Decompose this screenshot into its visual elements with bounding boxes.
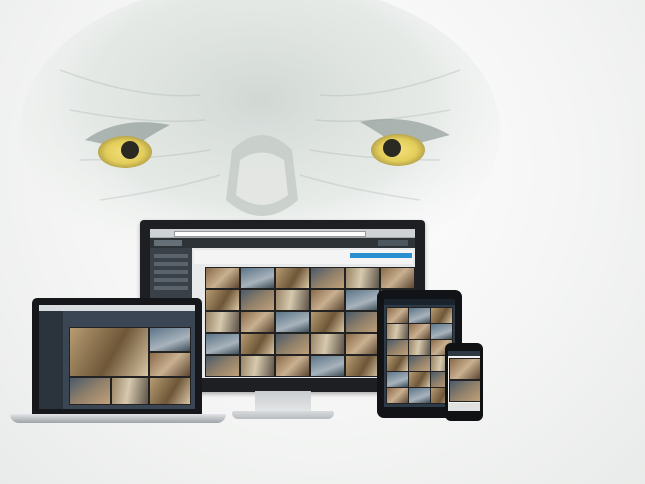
layout-tabs[interactable] (350, 253, 412, 258)
phone-screen (448, 351, 480, 411)
camera-thumbnail[interactable] (408, 307, 431, 324)
camera-thumbnail[interactable] (240, 267, 275, 289)
camera-thumbnail[interactable] (149, 352, 191, 377)
camera-thumbnail[interactable] (408, 323, 431, 340)
camera-thumbnail[interactable] (408, 387, 431, 404)
camera-thumbnail[interactable] (345, 311, 380, 333)
camera-thumbnail[interactable] (380, 267, 415, 289)
camera-thumbnail[interactable] (205, 267, 240, 289)
camera-thumbnail[interactable] (386, 387, 409, 404)
camera-thumbnail[interactable] (240, 333, 275, 355)
camera-thumbnail[interactable] (310, 333, 345, 355)
sidebar-item[interactable] (154, 262, 188, 266)
camera-thumbnail[interactable] (205, 289, 240, 311)
smartphone (445, 343, 483, 421)
camera-thumbnail[interactable] (386, 323, 409, 340)
app-logo-icon (154, 240, 182, 246)
monitor-stand-neck (255, 391, 311, 413)
camera-thumbnail[interactable] (240, 289, 275, 311)
camera-thumbnail[interactable] (430, 307, 453, 324)
sidebar-item[interactable] (154, 254, 188, 258)
camera-thumbnail[interactable] (275, 311, 310, 333)
camera-thumbnail[interactable] (408, 355, 431, 372)
header-action-button[interactable] (378, 240, 408, 246)
tablet-camera-grid (386, 307, 453, 404)
camera-thumbnail[interactable] (69, 377, 111, 405)
tablet-header (384, 299, 455, 305)
scene (0, 0, 645, 484)
eagle-beak-shade (236, 152, 288, 205)
camera-thumbnail[interactable] (408, 339, 431, 356)
camera-thumbnail[interactable] (345, 333, 380, 355)
phone-header (448, 351, 480, 356)
sidebar-item[interactable] (154, 286, 188, 290)
camera-thumbnail[interactable] (275, 289, 310, 311)
camera-thumbnail[interactable] (430, 323, 453, 340)
eagle-pupil-left (121, 141, 139, 159)
camera-thumbnail[interactable] (205, 311, 240, 333)
camera-thumbnail[interactable] (386, 307, 409, 324)
camera-thumbnail[interactable] (111, 377, 149, 405)
laptop-base (10, 414, 226, 423)
camera-thumbnail[interactable] (275, 267, 310, 289)
monitor-stand-base (232, 411, 334, 419)
camera-thumbnail[interactable] (345, 355, 380, 377)
app-header (150, 238, 415, 248)
phone-footer (448, 403, 480, 411)
laptop-sidebar (39, 311, 63, 409)
sidebar-item[interactable] (154, 278, 188, 282)
camera-thumbnail[interactable] (205, 355, 240, 377)
camera-thumbnail[interactable] (275, 355, 310, 377)
camera-thumbnail[interactable] (408, 371, 431, 388)
laptop (32, 298, 202, 415)
camera-thumbnail[interactable] (240, 311, 275, 333)
camera-thumbnail[interactable] (310, 267, 345, 289)
camera-thumbnail[interactable] (386, 371, 409, 388)
camera-thumbnail[interactable] (275, 333, 310, 355)
camera-thumbnail[interactable] (149, 377, 191, 405)
browser-url-field[interactable] (174, 231, 366, 237)
laptop-camera-grid (69, 327, 191, 405)
camera-thumbnail[interactable] (310, 355, 345, 377)
camera-thumbnail[interactable] (345, 289, 380, 311)
sidebar-item[interactable] (154, 270, 188, 274)
laptop-screen (39, 305, 195, 409)
camera-thumbnail[interactable] (69, 327, 149, 377)
camera-thumbnail[interactable] (386, 339, 409, 356)
phone-camera-view[interactable] (449, 380, 480, 402)
camera-thumbnail[interactable] (240, 355, 275, 377)
phone-camera-view[interactable] (449, 358, 480, 380)
camera-thumbnail[interactable] (205, 333, 240, 355)
camera-thumbnail[interactable] (386, 355, 409, 372)
camera-thumbnail[interactable] (310, 289, 345, 311)
camera-thumbnail[interactable] (149, 327, 191, 352)
camera-thumbnail[interactable] (345, 267, 380, 289)
eagle-pupil-right (383, 139, 401, 157)
camera-thumbnail[interactable] (310, 311, 345, 333)
